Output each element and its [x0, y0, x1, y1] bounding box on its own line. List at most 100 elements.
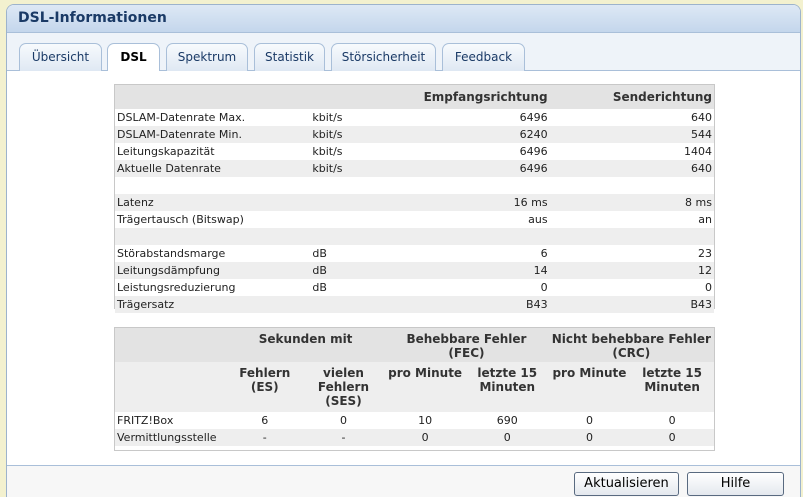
tx-value: 12: [549, 262, 714, 279]
tab-statistik[interactable]: Statistik: [254, 43, 325, 71]
ses-header: vielen Fehlern (SES): [302, 362, 385, 412]
dsl-info-window: DSL-Informationen Übersicht DSL Spektrum…: [6, 4, 801, 497]
error-value-es: -: [226, 429, 303, 446]
crc-per-minute-header: pro Minute: [548, 362, 631, 412]
rate-label: Leistungsreduzierung: [117, 281, 236, 294]
tab-uebersicht[interactable]: Übersicht: [19, 43, 102, 71]
rate-unit: kbit/s: [310, 126, 407, 143]
rates-row: Störabstandsmarge dB 6 23: [115, 245, 714, 262]
tx-value: 8 ms: [549, 194, 714, 211]
rates-row: [115, 228, 714, 245]
error-row-label: FRITZ!Box: [117, 414, 174, 427]
error-value-crc-15: 0: [668, 414, 676, 427]
rates-row: DSLAM-Datenrate Max. kbit/s 6496 640: [115, 109, 714, 126]
rate-unit: dB: [310, 262, 407, 279]
rate-unit: dB: [312, 247, 327, 260]
error-value-crc-min: 0: [548, 429, 631, 446]
tab-spektrum[interactable]: Spektrum: [166, 43, 248, 71]
rx-value: 0: [540, 281, 548, 294]
rate-unit: dB: [312, 281, 327, 294]
button-bar: Aktualisieren Hilfe: [7, 465, 800, 497]
rate-unit: kbit/s: [310, 160, 407, 177]
error-group-header-row: Sekunden mit Behebbare Fehler (FEC) Nich…: [115, 328, 714, 362]
refresh-button[interactable]: Aktualisieren: [574, 472, 679, 496]
rx-direction-header: Empfangsrichtung: [406, 85, 550, 109]
rate-label: Aktuelle Datenrate: [115, 160, 311, 177]
fec-group-header: Behebbare Fehler (FEC): [384, 328, 549, 362]
rx-value: 6: [540, 247, 548, 260]
rates-row: Leitungskapazität kbit/s 6496 1404: [115, 143, 714, 160]
rate-unit: [310, 194, 407, 211]
rx-value: 14: [406, 262, 550, 279]
rate-label: Leitungsdämpfung: [115, 262, 311, 279]
fec-per-minute-header: pro Minute: [384, 362, 466, 412]
es-header: Fehlern (ES): [226, 362, 303, 412]
tab-stoersicherheit[interactable]: Störsicherheit: [331, 43, 436, 71]
rx-value: 6496: [519, 145, 548, 158]
tx-value: [549, 228, 714, 245]
crc-15min-header: letzte 15 Minuten: [630, 362, 714, 412]
error-value-crc-min: 0: [585, 414, 593, 427]
rx-value: [406, 228, 550, 245]
error-value-es: 6: [261, 414, 269, 427]
rates-row: Trägertausch (Bitswap) aus an: [115, 211, 714, 228]
error-value-fec-15: 0: [465, 429, 549, 446]
rates-row: Aktuelle Datenrate kbit/s 6496 640: [115, 160, 714, 177]
rate-unit: kbit/s: [312, 145, 343, 158]
tx-value: 640: [691, 111, 712, 124]
tx-value: 0: [705, 281, 712, 294]
error-value-fec-15: 690: [496, 414, 518, 427]
rate-unit: kbit/s: [312, 111, 343, 124]
rate-unit: [310, 177, 406, 194]
rx-value: 6240: [406, 126, 550, 143]
error-row: FRITZ!Box 6 0 10 690 0 0: [115, 412, 714, 429]
rx-value: 6496: [406, 160, 550, 177]
rate-label: Latenz: [115, 194, 311, 211]
rx-value: 6496: [519, 111, 548, 124]
error-value-crc-15: 0: [630, 429, 714, 446]
rate-label: [115, 177, 310, 194]
rx-value: B43: [406, 296, 550, 313]
rate-label: [115, 228, 311, 245]
rates-row: Trägersatz B43 B43: [115, 296, 714, 313]
rate-label: Störabstandsmarge: [117, 247, 226, 260]
rates-row: [115, 177, 714, 194]
help-button[interactable]: Hilfe: [687, 472, 784, 496]
rates-row: DSLAM-Datenrate Min. kbit/s 6240 544: [115, 126, 714, 143]
rate-unit: [310, 228, 407, 245]
crc-group-header: Nicht behebbare Fehler (CRC): [548, 328, 714, 362]
rates-row: Leitungsdämpfung dB 14 12: [115, 262, 714, 279]
rate-label: Trägertausch (Bitswap): [117, 213, 244, 226]
rate-label: Trägersatz: [115, 296, 311, 313]
tx-value: an: [698, 213, 712, 226]
tab-dsl[interactable]: DSL: [107, 43, 160, 72]
error-value-ses: -: [302, 429, 385, 446]
error-row-label: Vermittlungsstelle: [115, 429, 227, 446]
tx-direction-header: Senderichtung: [549, 85, 714, 109]
rate-label: Leitungskapazität: [117, 145, 215, 158]
rate-unit: [310, 296, 407, 313]
rate-label: DSLAM-Datenrate Max.: [117, 111, 246, 124]
tx-value: 23: [698, 247, 712, 260]
tx-value: 544: [549, 126, 714, 143]
rx-value: [407, 177, 550, 194]
tx-value: 1404: [684, 145, 712, 158]
rx-value: aus: [528, 213, 548, 226]
rates-row: Latenz 16 ms 8 ms: [115, 194, 714, 211]
error-value-fec-min: 10: [418, 414, 433, 427]
error-subheader-row: Fehlern (ES) vielen Fehlern (SES) pro Mi…: [115, 362, 714, 412]
tab-feedback[interactable]: Feedback: [442, 43, 525, 71]
rates-row: Leistungsreduzierung dB 0 0: [115, 279, 714, 296]
tx-value: B43: [549, 296, 714, 313]
tab-content: Empfangsrichtung Senderichtung DSLAM-Dat…: [7, 71, 800, 497]
rate-unit: [310, 211, 406, 228]
rate-label: DSLAM-Datenrate Min.: [115, 126, 311, 143]
tx-value: 640: [549, 160, 714, 177]
error-row: Vermittlungsstelle - -0 0 0 0: [115, 429, 714, 446]
fec-15min-header: letzte 15 Minuten: [465, 362, 549, 412]
dsl-rates-table: Empfangsrichtung Senderichtung DSLAM-Dat…: [114, 84, 715, 313]
rates-header-row: Empfangsrichtung Senderichtung: [115, 85, 714, 109]
error-value-ses: 0: [339, 414, 347, 427]
error-statistics-table: Sekunden mit Behebbare Fehler (FEC) Nich…: [114, 327, 715, 451]
error-value-fec-min: 0: [384, 429, 466, 446]
